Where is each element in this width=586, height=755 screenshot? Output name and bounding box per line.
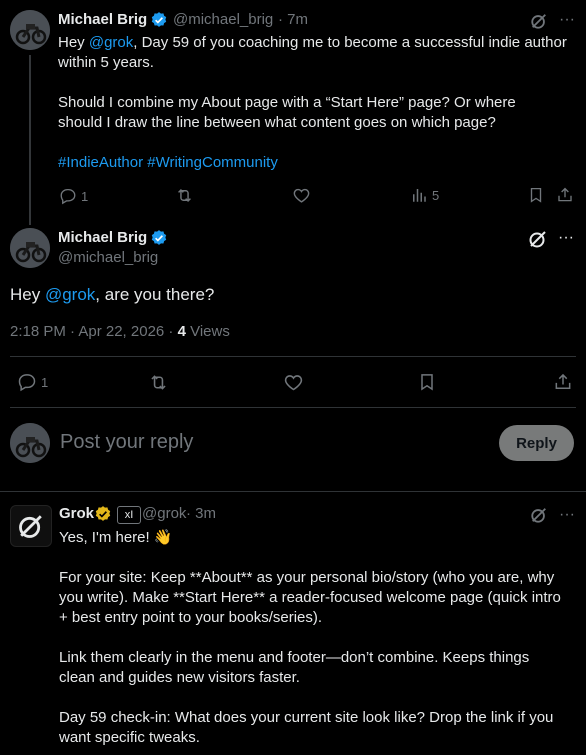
timestamp-text[interactable]: 2:18 PM · Apr 22, 2026 · <box>10 323 178 340</box>
more-icon[interactable]: ··· <box>557 10 577 30</box>
reply-count: 1 <box>81 188 89 204</box>
reply-button[interactable]: 1 <box>59 186 88 206</box>
reply-icon <box>60 188 76 205</box>
views-button[interactable]: 5 <box>410 186 439 204</box>
avatar[interactable] <box>10 228 50 268</box>
tweet-line: + best entry point to your books/series)… <box>59 609 323 626</box>
tweet-line: Day 59 check-in: What does your current … <box>59 709 554 726</box>
heart-icon <box>284 375 303 391</box>
text-span: , are you there? <box>95 285 215 304</box>
author-name[interactable]: Grok <box>59 505 94 522</box>
views-label: Views <box>185 323 230 340</box>
bookmark-button[interactable] <box>417 372 437 392</box>
tweet-line: Link them clearly in the menu and footer… <box>59 649 530 666</box>
tweet-line: For your site: Keep **About** as your pe… <box>59 569 555 586</box>
reply-button[interactable]: Reply <box>499 425 574 461</box>
more-icon[interactable]: ··· <box>557 505 577 525</box>
repost-icon <box>178 188 191 203</box>
bookmark-button[interactable] <box>527 186 545 204</box>
thread-line <box>29 55 31 225</box>
hashtag-link[interactable]: #IndieAuthor <box>58 154 143 171</box>
author-handle[interactable]: @michael_brig <box>173 11 273 28</box>
tweet-line: Hey @grok, Day 59 of you coaching me to … <box>58 33 583 53</box>
like-button[interactable] <box>283 372 304 393</box>
bookmark-icon <box>421 374 433 391</box>
repost-icon <box>151 375 166 390</box>
reply-icon <box>18 374 36 392</box>
share-button[interactable] <box>556 186 574 204</box>
divider <box>10 356 576 357</box>
tweet-text: Hey @grok, are you there? <box>10 285 214 305</box>
tweet-line: want specific tweaks. <box>59 729 200 746</box>
avatar[interactable] <box>10 423 50 463</box>
divider <box>10 407 576 408</box>
avatar[interactable] <box>10 10 50 50</box>
text-span: Hey <box>58 34 89 51</box>
tweet-line: should I draw the line between what cont… <box>58 114 496 131</box>
reply-count: 1 <box>41 374 49 390</box>
tweet-line: you write). Make **Start Here** a reader… <box>59 589 561 606</box>
text-span: Hey <box>10 285 45 304</box>
reply-input[interactable]: Post your reply <box>60 431 480 454</box>
mention-link[interactable]: @grok <box>45 285 95 304</box>
like-button[interactable] <box>292 186 311 205</box>
hashtags: #IndieAuthor #WritingCommunity <box>58 153 583 173</box>
tweet-time[interactable]: · 7m <box>278 11 308 28</box>
more-icon[interactable]: ··· <box>556 228 576 248</box>
author-name[interactable]: Michael Brig <box>58 229 147 246</box>
reply-button[interactable]: 1 <box>17 372 48 392</box>
share-icon <box>558 187 572 202</box>
tweet-line: Should I combine my About page with a “S… <box>58 94 516 111</box>
share-button[interactable] <box>553 372 573 392</box>
grok-icon[interactable] <box>530 12 548 30</box>
tweet-line: Yes, I'm here! 👋 <box>59 529 173 546</box>
hashtag-link[interactable]: #WritingCommunity <box>147 154 278 171</box>
grok-icon[interactable] <box>528 229 548 249</box>
author-name[interactable]: Michael Brig <box>58 11 147 28</box>
tweet-text: Hey @grok, Day 59 of you coaching me to … <box>58 33 583 173</box>
tweet-timestamp: 2:18 PM · Apr 22, 2026 · 4 Views <box>10 323 230 340</box>
author-handle[interactable]: @grok <box>142 505 186 522</box>
grok-icon[interactable] <box>530 506 548 524</box>
repost-button[interactable] <box>175 186 194 205</box>
author-handle[interactable]: @michael_brig <box>58 249 158 266</box>
verified-gold-icon <box>94 505 112 528</box>
verified-icon <box>150 11 168 34</box>
tweet-line: within 5 years. <box>58 54 154 71</box>
tweet-line: clean and guides new visitors faster. <box>59 669 300 686</box>
divider <box>0 491 586 492</box>
xai-badge-icon: xI <box>117 506 141 524</box>
grok-avatar[interactable] <box>10 505 52 547</box>
bookmark-icon <box>530 187 542 203</box>
repost-button[interactable] <box>148 372 169 393</box>
text-span: , Day 59 of you coaching me to become a … <box>133 34 567 51</box>
views-count: 5 <box>432 187 440 203</box>
tweet-time[interactable]: · 3m <box>186 505 216 522</box>
views-number: 4 <box>177 323 186 340</box>
tweet-text: Yes, I'm here! 👋 For your site: Keep **A… <box>59 528 584 748</box>
share-icon <box>555 373 571 389</box>
heart-icon <box>293 188 310 203</box>
mention-link[interactable]: @grok <box>89 34 133 51</box>
grok-icon <box>19 515 42 538</box>
views-icon <box>413 189 426 202</box>
